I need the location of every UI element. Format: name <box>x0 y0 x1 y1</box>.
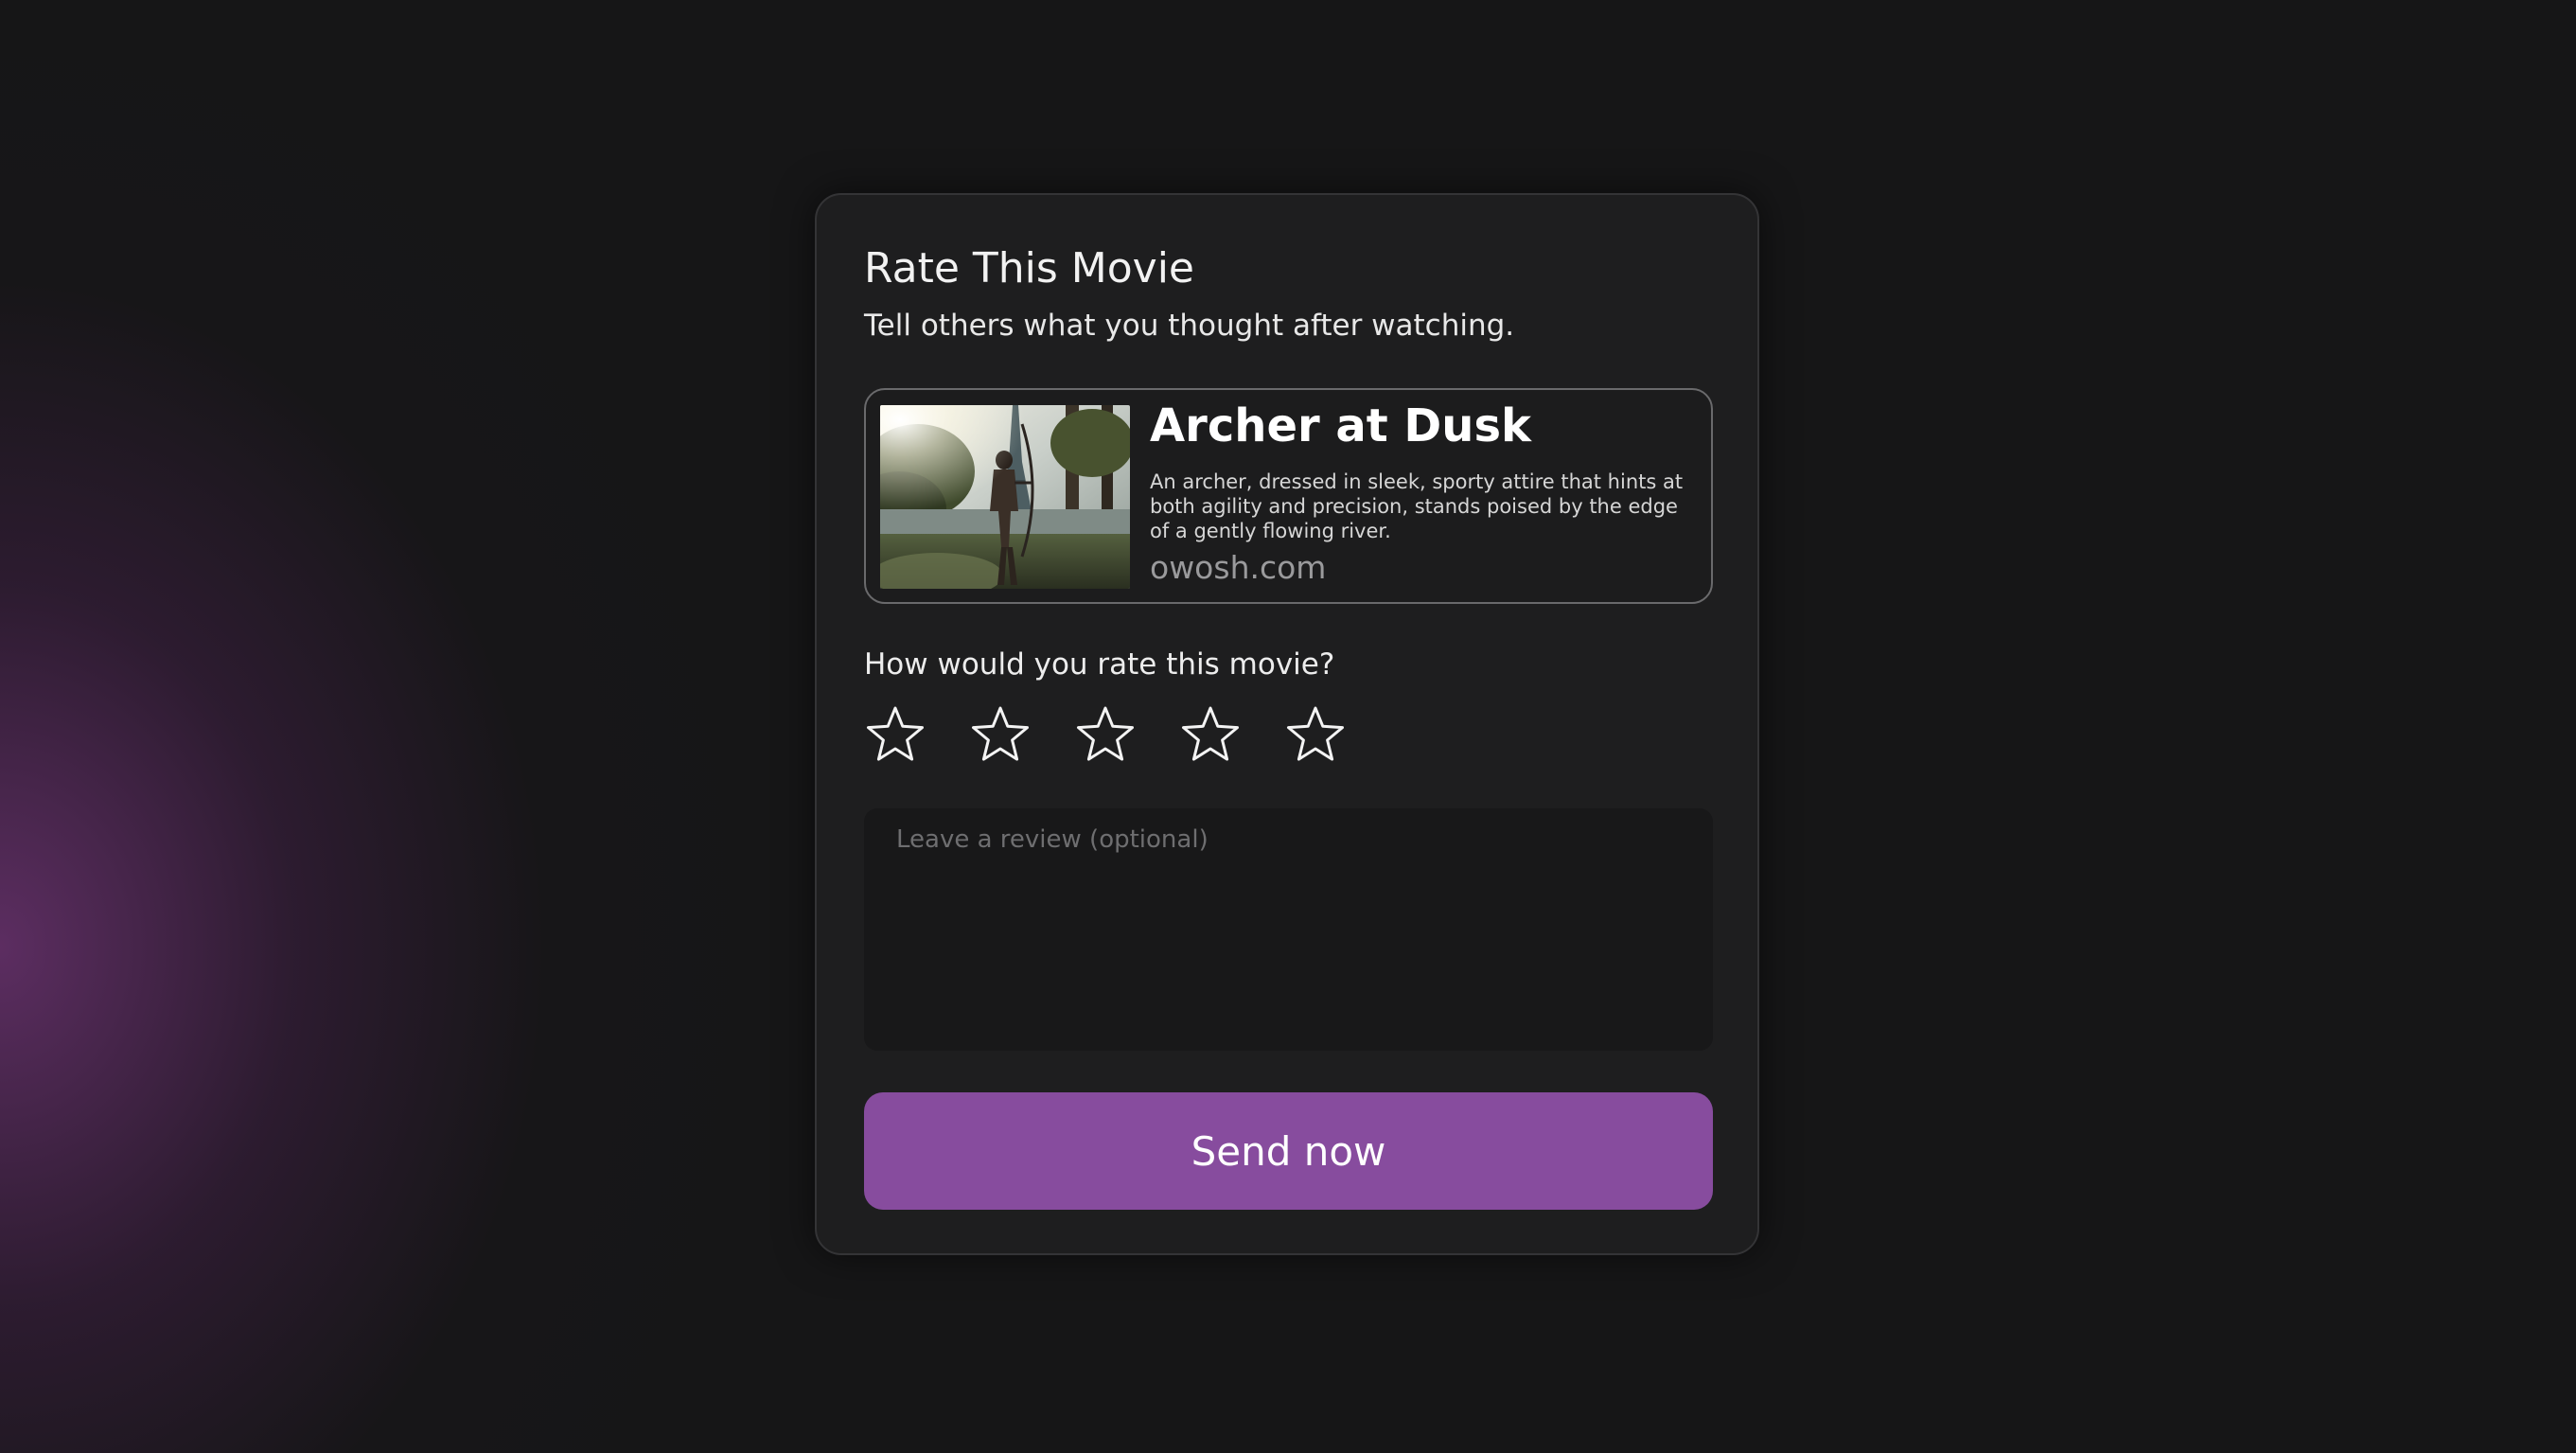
star-3-button[interactable] <box>1074 704 1137 767</box>
star-1-button[interactable] <box>864 704 926 767</box>
star-outline-icon <box>867 706 924 761</box>
star-rating <box>864 704 1394 771</box>
movie-title: Archer at Dusk <box>1150 399 1531 452</box>
movie-description: An archer, dressed in sleek, sporty atti… <box>1150 470 1684 542</box>
star-4-button[interactable] <box>1179 704 1242 767</box>
rating-card: Rate This Movie Tell others what you tho… <box>815 193 1759 1255</box>
star-outline-icon <box>1182 706 1239 761</box>
send-button[interactable]: Send now <box>864 1092 1713 1210</box>
star-outline-icon <box>972 706 1029 761</box>
movie-preview[interactable]: Archer at Dusk An archer, dressed in sle… <box>864 388 1713 604</box>
movie-link[interactable]: owosh.com <box>1150 549 1326 586</box>
rating-question: How would you rate this movie? <box>864 647 1335 682</box>
star-2-button[interactable] <box>969 704 1032 767</box>
star-5-button[interactable] <box>1284 704 1347 767</box>
review-textarea[interactable] <box>864 808 1713 1051</box>
movie-thumbnail <box>880 405 1130 589</box>
card-subtitle: Tell others what you thought after watch… <box>864 309 1515 343</box>
star-outline-icon <box>1077 706 1134 761</box>
star-outline-icon <box>1287 706 1344 761</box>
card-title: Rate This Movie <box>864 244 1194 292</box>
